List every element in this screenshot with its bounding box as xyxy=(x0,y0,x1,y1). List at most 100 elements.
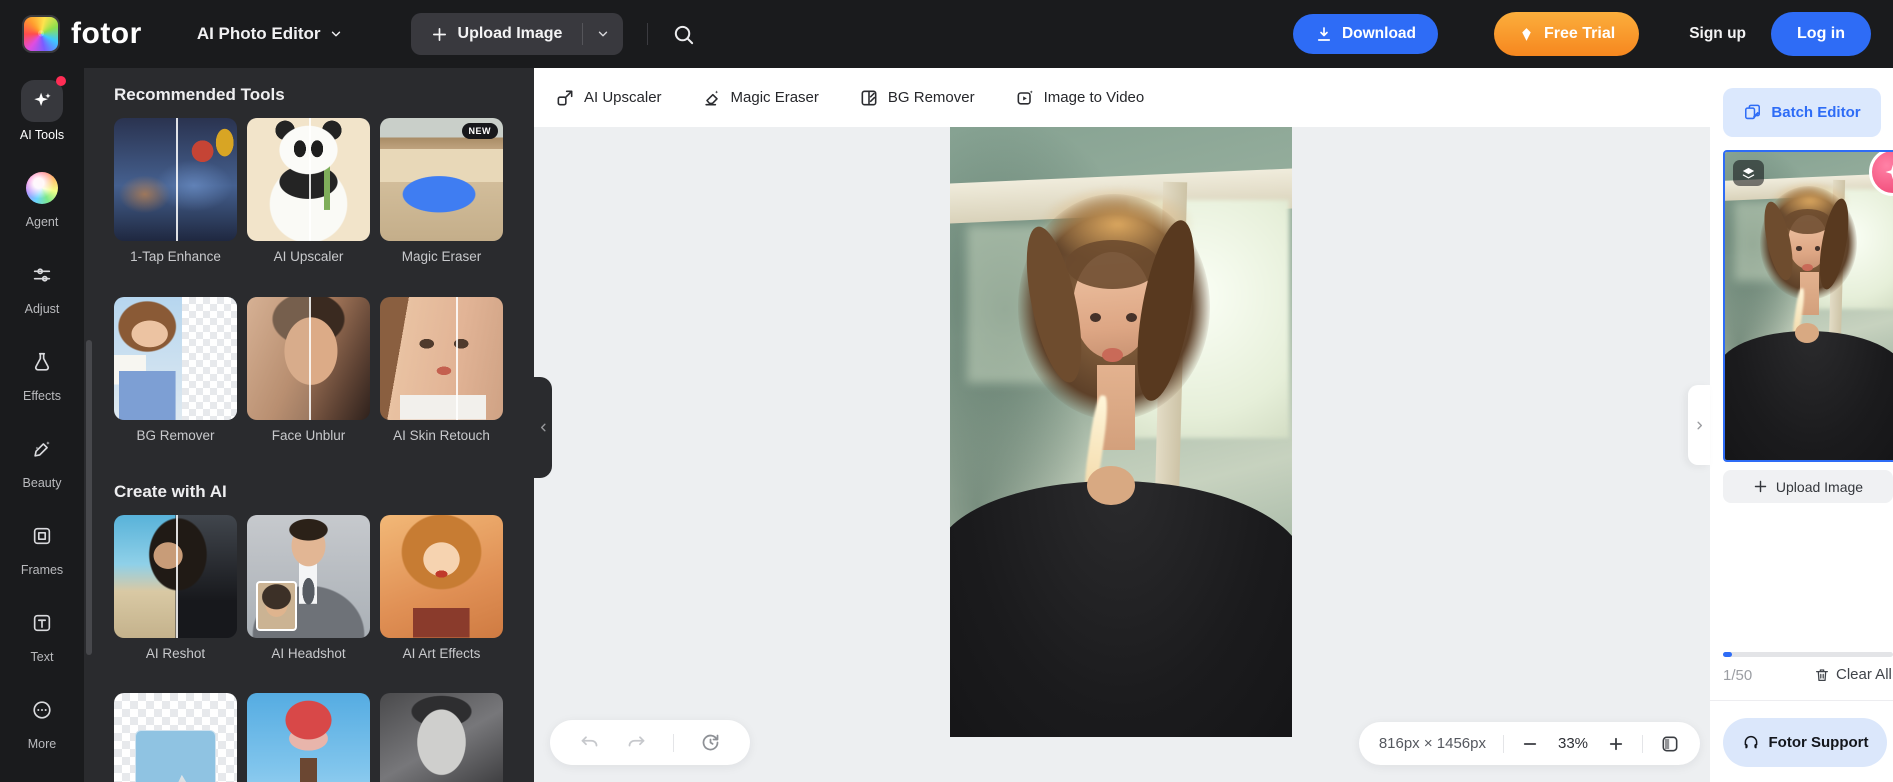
compare-button[interactable] xyxy=(1660,734,1680,754)
zoom-out-button[interactable] xyxy=(1521,735,1539,753)
sign-up-link[interactable]: Sign up xyxy=(1689,25,1746,43)
sparkles-icon xyxy=(21,76,66,122)
undo-button[interactable] xyxy=(579,732,600,753)
tool-label: AI Reshot xyxy=(145,646,206,661)
sidebar-item-text[interactable]: Text xyxy=(21,602,63,664)
search-icon xyxy=(675,25,694,44)
sidebar-item-more[interactable]: More xyxy=(21,689,63,751)
rail-label: Text xyxy=(30,650,54,664)
redo-icon xyxy=(628,736,645,747)
zoom-toolbar: 816px × 1456px 33% xyxy=(1358,722,1700,765)
image-dimensions: 816px × 1456px xyxy=(1378,735,1486,752)
ai-reshot-thumbnail[interactable] xyxy=(114,515,237,638)
tool-card-1-tap-enhance[interactable]: 1-Tap Enhance xyxy=(114,118,237,264)
tool-label: 1-Tap Enhance xyxy=(130,249,221,264)
tool-card-cutout[interactable] xyxy=(114,693,237,782)
tool-card-bg-remover[interactable]: BG Remover xyxy=(114,297,237,443)
before-after-divider xyxy=(308,297,311,420)
free-trial-button[interactable]: Free Trial xyxy=(1494,12,1640,56)
batch-upload-button[interactable]: Upload Image xyxy=(1723,470,1893,503)
redo-button[interactable] xyxy=(626,732,647,753)
source-photo-inset xyxy=(255,581,298,631)
tool-card-bw-portrait[interactable] xyxy=(380,693,503,782)
download-button[interactable]: Download xyxy=(1292,14,1439,54)
tool-card-ai-reshot[interactable]: AI Reshot xyxy=(114,515,237,661)
bg-remover-thumbnail[interactable] xyxy=(114,297,237,420)
tool-card-ai-upscaler[interactable]: AI Upscaler xyxy=(247,118,370,264)
before-after-divider xyxy=(175,118,178,241)
layers-icon[interactable] xyxy=(1733,160,1764,186)
tool-label: BG Remover xyxy=(136,428,215,443)
tool-card-ice-cream[interactable] xyxy=(247,693,370,782)
zoom-level[interactable]: 33% xyxy=(1556,735,1590,752)
upload-image-button[interactable]: Upload Image xyxy=(411,13,583,55)
tool-card-face-unblur[interactable]: Face Unblur xyxy=(247,297,370,443)
sidebar-item-effects[interactable]: Effects xyxy=(21,341,63,403)
ai-upscaler-thumbnail[interactable] xyxy=(247,118,370,241)
rail-label: AI Tools xyxy=(19,128,65,142)
one-tap-enhance-thumbnail[interactable] xyxy=(114,118,237,241)
editing-image[interactable] xyxy=(950,127,1292,737)
fotor-support-button[interactable]: Fotor Support xyxy=(1723,718,1887,767)
cutout-thumbnail[interactable] xyxy=(114,693,237,782)
bw-portrait-thumbnail[interactable] xyxy=(380,693,503,782)
upload-options-dropdown[interactable] xyxy=(583,13,623,55)
tool-label: AI Art Effects xyxy=(402,646,481,661)
undo-icon xyxy=(581,736,598,747)
rail-label: Adjust xyxy=(24,302,60,316)
clear-all-button[interactable]: Clear All xyxy=(1814,666,1892,683)
panel-scrollbar[interactable] xyxy=(86,340,92,655)
ai-skin-retouch-thumbnail[interactable] xyxy=(380,297,503,420)
recommended-row-2: BG Remover Face Unblur AI Skin Retouch xyxy=(114,297,503,443)
editor-mode-menu[interactable]: AI Photo Editor xyxy=(197,24,343,44)
recommended-tools-title: Recommended Tools xyxy=(114,85,285,104)
tool-card-ai-art-effects[interactable]: AI Art Effects xyxy=(380,515,503,661)
ai-art-effects-thumbnail[interactable] xyxy=(380,515,503,638)
sidebar-item-adjust[interactable]: Adjust xyxy=(21,254,63,316)
image-to-video-icon xyxy=(1017,89,1033,105)
free-trial-label: Free Trial xyxy=(1544,25,1616,42)
reset-history-button[interactable] xyxy=(700,732,721,753)
log-in-button[interactable]: Log in xyxy=(1771,12,1871,56)
frame-icon xyxy=(21,515,63,557)
face-unblur-thumbnail[interactable] xyxy=(247,297,370,420)
tool-card-magic-eraser[interactable]: NEW Magic Eraser xyxy=(380,118,503,264)
create-with-ai-title: Create with AI xyxy=(114,482,227,501)
sidebar-item-agent[interactable]: Agent xyxy=(21,167,63,229)
upload-image-label: Upload Image xyxy=(457,25,563,42)
top-bar: fotor AI Photo Editor Upload Image Downl… xyxy=(0,0,1893,68)
toolbar-image-to-video[interactable]: Image to Video xyxy=(1015,88,1144,108)
sidebar-item-ai-tools[interactable]: AI Tools xyxy=(19,76,66,142)
editor-mode-label: AI Photo Editor xyxy=(196,24,321,43)
toolbar-ai-upscaler[interactable]: AI Upscaler xyxy=(555,88,662,108)
sliders-icon xyxy=(21,254,63,296)
batch-image-thumbnail[interactable] xyxy=(1723,150,1893,462)
tool-label: AI Skin Retouch xyxy=(393,428,490,443)
batch-editor-button[interactable]: Batch Editor xyxy=(1723,88,1881,137)
magic-eraser-thumbnail[interactable]: NEW xyxy=(380,118,503,241)
tool-card-ai-headshot[interactable]: AI Headshot xyxy=(247,515,370,661)
batch-thumbnail-image xyxy=(1725,152,1893,460)
zoom-in-button[interactable] xyxy=(1607,735,1625,753)
bg-split-icon xyxy=(861,90,877,105)
recommended-row-1: 1-Tap Enhance AI Upscaler NEW Magic Eras… xyxy=(114,118,503,264)
collapse-panel-tab[interactable] xyxy=(534,377,552,478)
tool-card-ai-skin-retouch[interactable]: AI Skin Retouch xyxy=(380,297,503,443)
chevron-down-icon xyxy=(331,31,340,37)
fotor-editor-window: fotor AI Photo Editor Upload Image Downl… xyxy=(0,0,1893,782)
sidebar-item-frames[interactable]: Frames xyxy=(21,515,63,577)
portrait-sweater xyxy=(950,480,1292,737)
ai-headshot-thumbnail[interactable] xyxy=(247,515,370,638)
batch-counter: 1/50 xyxy=(1723,667,1753,684)
sidebar-item-beauty[interactable]: Beauty xyxy=(21,428,63,490)
upload-image-split-button: Upload Image xyxy=(410,13,624,55)
fotor-logo[interactable]: fotor xyxy=(22,15,142,53)
toolbar-magic-eraser[interactable]: Magic Eraser xyxy=(702,88,819,108)
expand-panel-tab[interactable] xyxy=(1688,385,1710,465)
ice-cream-thumbnail[interactable] xyxy=(247,693,370,782)
portrait-bangs xyxy=(1066,239,1159,289)
search-button[interactable] xyxy=(672,23,695,46)
toolbar-bg-remover[interactable]: BG Remover xyxy=(859,88,975,108)
plus-icon xyxy=(432,27,446,41)
toolbar-item-label: Magic Eraser xyxy=(730,89,819,106)
